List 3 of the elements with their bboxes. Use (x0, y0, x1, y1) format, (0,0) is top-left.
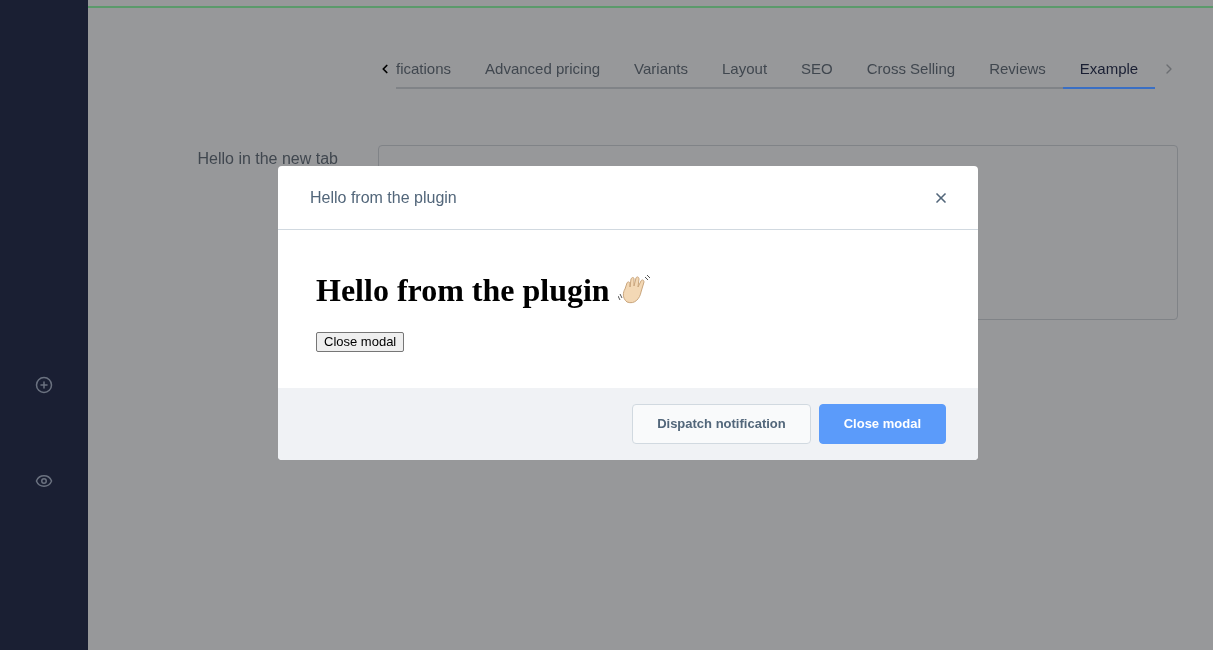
field-label: Hello in the new tab (196, 148, 338, 169)
modal-heading: Hello from the plugin (316, 274, 610, 306)
modal-title: Hello from the plugin (310, 187, 457, 208)
